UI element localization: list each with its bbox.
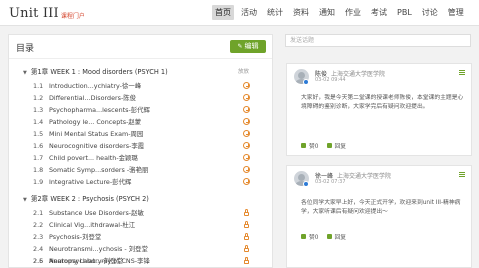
nav-activity[interactable]: 活动 <box>238 5 260 20</box>
status-check-icon <box>243 166 250 173</box>
nav-statistics[interactable]: 统计 <box>264 5 286 20</box>
post-time: 03-02 09:44 <box>315 77 346 83</box>
lesson-2-2[interactable]: 2.2 Clinical Vig...ithdrawal-杜江 <box>33 220 135 229</box>
post-actions: 赞0 回复 <box>301 141 354 150</box>
status-check-icon <box>243 142 250 149</box>
status-check-icon <box>243 130 250 137</box>
like-button[interactable]: 赞0 <box>301 232 319 241</box>
edit-button[interactable]: ✎ 编辑 <box>230 40 266 53</box>
status-column-header: 放放 <box>238 69 250 75</box>
catalog-title: 目录 <box>16 44 35 54</box>
lesson-2-3[interactable]: 2.3 Psychosis-刘登堂 <box>33 232 101 241</box>
discussion-post: 徐一峰 上海交通大学医学院 03-02 07:37 各位同学大家早上好，今天正式开… <box>286 165 472 268</box>
main-nav: 首页 活动 统计 资料 通知 作业 考试 PBL 讨论 管理 <box>212 5 471 20</box>
nav-homework[interactable]: 作业 <box>342 5 364 20</box>
logo-subtitle: 课程门户 <box>60 13 85 20</box>
status-check-icon <box>243 118 250 125</box>
status-check-icon <box>243 106 250 113</box>
reply-button[interactable]: 回复 <box>326 141 346 150</box>
course-logo[interactable]: Unit III 课程门户 <box>9 4 85 22</box>
menu-icon[interactable] <box>459 172 465 177</box>
status-check-icon <box>243 154 250 161</box>
logo-title: Unit III <box>9 6 59 21</box>
lesson-1-4[interactable]: 1.4 Pathology le... Concepts-赵蒙 <box>33 117 141 126</box>
status-check-icon <box>243 94 250 101</box>
lesson-1-8[interactable]: 1.8 Somatic Symp...sorders -骆艳丽 <box>33 165 148 174</box>
menu-icon[interactable] <box>459 70 465 75</box>
top-header: Unit III 课程门户 首页 活动 统计 资料 通知 作业 考试 PBL 讨… <box>0 0 479 26</box>
topic-search-input[interactable]: 发送话题 <box>285 34 471 47</box>
lesson-1-3[interactable]: 1.3 Psychopharma...lescents-彭代辉 <box>33 105 150 114</box>
post-actions: 赞0 回复 <box>301 232 354 241</box>
thumbs-up-icon <box>301 234 306 239</box>
lesson-2-1[interactable]: 2.1 Substance Use Disorders-赵敏 <box>33 208 144 217</box>
like-button[interactable]: 赞0 <box>301 141 319 150</box>
lesson-1-2[interactable]: 1.2 Differential...Disorders-陈俊 <box>33 93 136 102</box>
nav-manage[interactable]: 管理 <box>445 5 467 20</box>
post-time: 03-02 07:37 <box>315 179 346 185</box>
lesson-2-4[interactable]: 2.4 Neurotransmi...ychosis - 刘登堂 <box>33 244 148 253</box>
status-check-icon <box>243 82 250 89</box>
nav-notices[interactable]: 通知 <box>316 5 338 20</box>
lesson-1-7[interactable]: 1.7 Child povert... health-金颖璐 <box>33 153 138 162</box>
lock-icon <box>244 209 249 216</box>
edit-label: 编辑 <box>244 42 259 50</box>
nav-home[interactable]: 首页 <box>212 5 234 20</box>
discussion-post: 陈俊 上海交通大学医学院 03-02 09:44 大家好，我是今天第二堂课的授课老… <box>286 63 472 156</box>
pencil-icon: ✎ <box>237 43 243 50</box>
lesson-2-6[interactable]: 2.6 Anatomy Labo...my of CNS-李锋 <box>33 256 150 265</box>
catalog-panel: 目录 ✎ 编辑 ▼ 第1章 WEEK 1 : Mood disorders (PSY… <box>8 34 273 268</box>
reply-button[interactable]: 回复 <box>326 232 346 241</box>
collapse-triangle-icon[interactable]: ▼ <box>23 197 27 203</box>
verified-badge-icon <box>303 79 309 85</box>
reply-icon <box>326 234 332 239</box>
nav-pbl[interactable]: PBL <box>394 5 415 20</box>
lesson-1-5[interactable]: 1.5 Mini Mental Status Exam-周园 <box>33 129 143 138</box>
verified-badge-icon <box>303 181 309 187</box>
thumbs-up-icon <box>301 143 306 148</box>
reply-icon <box>326 143 332 148</box>
nav-discussion[interactable]: 讨论 <box>419 5 441 20</box>
lock-icon <box>244 257 249 264</box>
lock-icon <box>244 221 249 228</box>
collapse-triangle-icon[interactable]: ▼ <box>23 70 27 76</box>
chapter-1-title[interactable]: ▼ 第1章 WEEK 1 : Mood disorders (PSYCH 1) <box>23 66 168 76</box>
lock-icon <box>244 233 249 240</box>
lock-icon <box>244 245 249 252</box>
post-text: 各位同学大家早上好，今天正式开学，欢迎来到unit III-精神病学，大家听课后… <box>301 200 461 215</box>
lesson-1-9[interactable]: 1.9 Integrative Lecture-彭代辉 <box>33 177 131 186</box>
post-text: 大家好，我是今天第二堂课的授课老师陈俊，本堂课的主题是心境障碍的鉴别诊断，大家学… <box>301 95 464 110</box>
status-check-icon <box>243 178 250 185</box>
chapter-2-title[interactable]: ▼ 第2章 WEEK 2 : Psychosis (PSYCH 2) <box>23 193 149 203</box>
nav-materials[interactable]: 资料 <box>290 5 312 20</box>
catalog-header: 目录 ✎ 编辑 <box>9 35 272 59</box>
lesson-1-1[interactable]: 1.1 Introduction...ychiatry-徐一峰 <box>33 81 141 90</box>
lesson-1-6[interactable]: 1.6 Neurocognitive disorders-李霞 <box>33 141 144 150</box>
nav-exams[interactable]: 考试 <box>368 5 390 20</box>
